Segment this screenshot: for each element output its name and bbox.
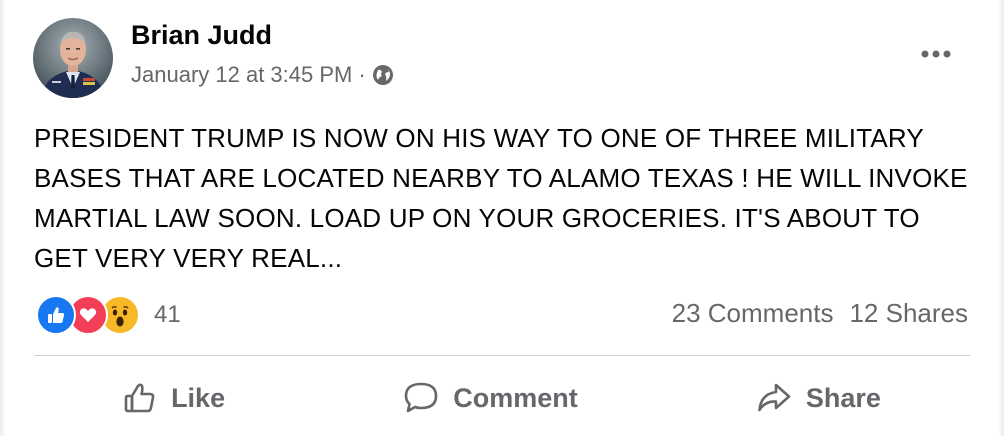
comment-button[interactable]: Comment	[403, 381, 578, 415]
shares-count[interactable]: 12 Shares	[849, 298, 968, 329]
action-bar: Like Comment Share	[34, 370, 970, 426]
meta-separator: ·	[358, 62, 366, 87]
post-text: PRESIDENT TRUMP IS NOW ON HIS WAY TO ONE…	[34, 123, 968, 273]
comments-count[interactable]: 23 Comments	[672, 298, 834, 329]
action-divider	[34, 355, 970, 356]
thumbs-up-icon	[123, 381, 157, 415]
speech-bubble-icon	[403, 381, 439, 415]
reaction-count: 41	[154, 301, 181, 328]
post-timestamp[interactable]: January 12 at 3:45 PM	[131, 62, 352, 88]
share-button[interactable]: Share	[756, 381, 881, 415]
reactions-summary[interactable]: 41	[36, 295, 181, 335]
like-reaction-icon	[36, 295, 76, 335]
like-button[interactable]: Like	[123, 381, 225, 415]
more-options-icon[interactable]	[918, 36, 954, 72]
share-arrow-icon	[756, 381, 792, 415]
post-meta: January 12 at 3:45 PM ·	[131, 62, 394, 88]
globe-icon[interactable]	[372, 64, 394, 86]
author-avatar[interactable]	[33, 18, 113, 98]
comment-label: Comment	[453, 382, 578, 413]
reaction-icons	[36, 295, 140, 335]
post-stats: 23 Comments 12 Shares	[672, 298, 968, 329]
post-card: Brian Judd January 12 at 3:45 PM · PRESI…	[0, 0, 1004, 436]
author-name[interactable]: Brian Judd	[131, 20, 272, 51]
like-label: Like	[171, 382, 226, 413]
share-label: Share	[805, 382, 881, 413]
